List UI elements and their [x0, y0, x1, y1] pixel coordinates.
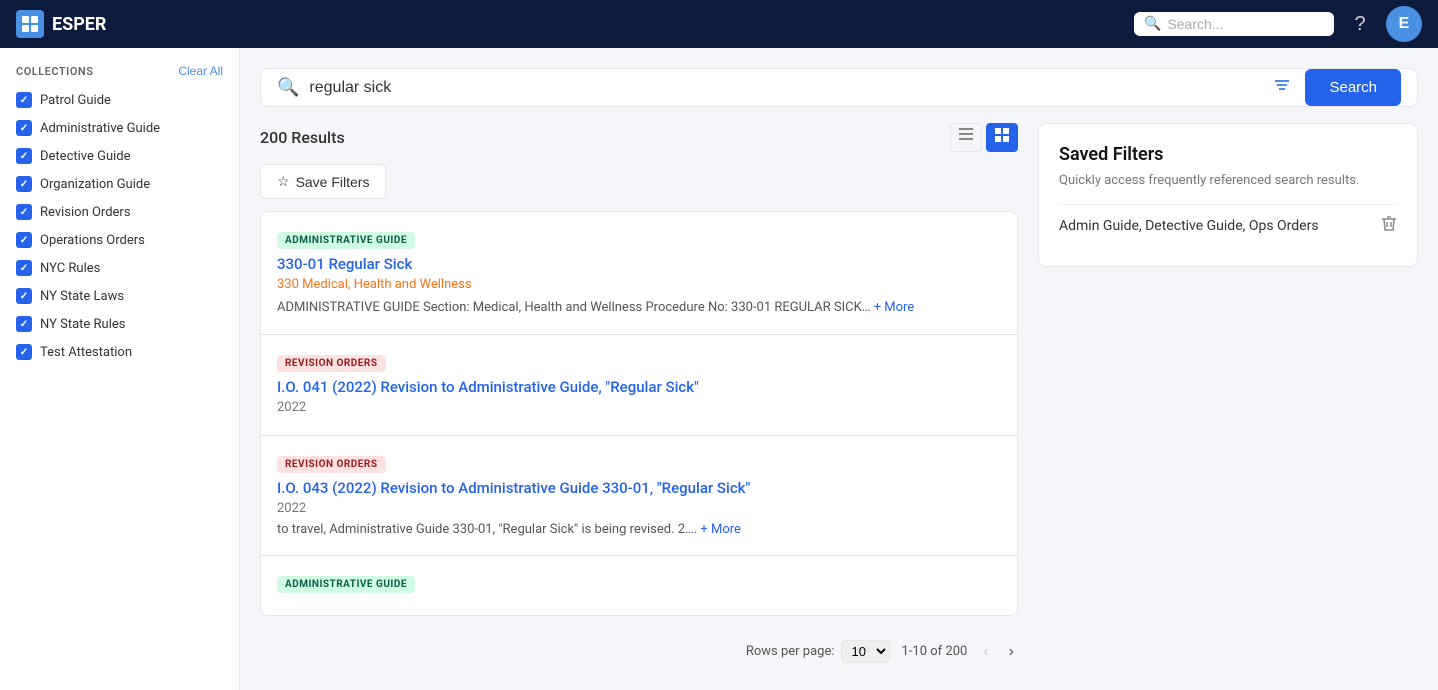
sidebar-label-ny-state-laws: NY State Laws: [40, 289, 124, 304]
main-content: 🔍 Search 200 Results: [240, 48, 1438, 690]
result-item: ADMINISTRATIVE GUIDE 330-01 Regular Sick 3…: [260, 211, 1018, 334]
save-filters-wrapper: ☆ Save Filters: [260, 164, 1018, 199]
saved-filters-title: Saved Filters: [1059, 144, 1397, 165]
result-year: 2022: [277, 501, 1001, 516]
sidebar-label-nyc-rules: NYC Rules: [40, 261, 100, 276]
sidebar-items: Patrol Guide Administrative Guide Detectiv…: [0, 86, 239, 366]
result-tag: ADMINISTRATIVE GUIDE: [277, 232, 415, 249]
filter-button[interactable]: [1269, 72, 1295, 103]
list-view-button[interactable]: [950, 123, 982, 152]
checkbox-patrol-guide: [16, 92, 32, 108]
result-year: 2022: [277, 400, 1001, 415]
checkbox-admin-guide: [16, 120, 32, 136]
logo: ESPER: [16, 10, 106, 38]
result-tag: ADMINISTRATIVE GUIDE: [277, 576, 415, 593]
sidebar-item-org-guide[interactable]: Organization Guide: [0, 170, 239, 198]
sidebar: Collections Clear All Patrol Guide Admini…: [0, 48, 240, 690]
checkbox-operations-orders: [16, 232, 32, 248]
result-title[interactable]: 330-01 Regular Sick: [277, 255, 1001, 273]
result-tag: REVISION ORDERS: [277, 355, 386, 372]
results-list: ADMINISTRATIVE GUIDE 330-01 Regular Sick 3…: [260, 211, 1018, 616]
rows-per-page-label: Rows per page:: [746, 644, 835, 659]
sidebar-item-detective-guide[interactable]: Detective Guide: [0, 142, 239, 170]
sidebar-item-ny-state-laws[interactable]: NY State Laws: [0, 282, 239, 310]
result-excerpt: ADMINISTRATIVE GUIDE Section: Medical, H…: [277, 298, 1001, 318]
sidebar-item-test-attestation[interactable]: Test Attestation: [0, 338, 239, 366]
sidebar-item-nyc-rules[interactable]: NYC Rules: [0, 254, 239, 282]
saved-filters-panel: Saved Filters Quickly access frequently …: [1038, 123, 1418, 267]
checkbox-test-attestation: [16, 344, 32, 360]
user-avatar-button[interactable]: E: [1386, 6, 1422, 42]
star-icon: ☆: [277, 173, 290, 190]
result-item: ADMINISTRATIVE GUIDE: [260, 555, 1018, 616]
clear-all-button[interactable]: Clear All: [178, 64, 223, 78]
prev-page-button[interactable]: ‹: [979, 641, 992, 663]
saved-filter-name: Admin Guide, Detective Guide, Ops Orders: [1059, 218, 1319, 234]
global-search-icon: 🔍: [1144, 16, 1161, 32]
save-filters-label: Save Filters: [296, 174, 370, 190]
saved-filter-item: Admin Guide, Detective Guide, Ops Orders: [1059, 204, 1397, 246]
result-title[interactable]: I.O. 041 (2022) Revision to Administrati…: [277, 378, 1001, 396]
result-item: REVISION ORDERS I.O. 043 (2022) Revision …: [260, 435, 1018, 556]
results-count: 200 Results: [260, 128, 345, 147]
sidebar-label-revision-orders: Revision Orders: [40, 205, 131, 220]
main-search-box: 🔍 Search: [260, 68, 1418, 107]
content-with-panel: 200 Results: [260, 123, 1418, 675]
sidebar-section-header: Collections Clear All: [0, 64, 239, 86]
help-button[interactable]: ?: [1344, 8, 1376, 40]
sidebar-section-title: Collections: [16, 65, 93, 78]
checkbox-revision-orders: [16, 204, 32, 220]
checkbox-org-guide: [16, 176, 32, 192]
rows-per-page-select[interactable]: 10 25 50: [841, 640, 890, 663]
search-button[interactable]: Search: [1305, 69, 1401, 106]
sidebar-label-detective-guide: Detective Guide: [40, 149, 131, 164]
topnav: ESPER 🔍 ? E: [0, 0, 1438, 48]
sidebar-item-patrol-guide[interactable]: Patrol Guide: [0, 86, 239, 114]
save-filters-button[interactable]: ☆ Save Filters: [260, 164, 386, 199]
saved-filters-description: Quickly access frequently referenced sea…: [1059, 173, 1397, 188]
sidebar-label-test-attestation: Test Attestation: [40, 345, 132, 360]
pagination: Rows per page: 10 25 50 1-10 of 200 ‹ ›: [260, 628, 1018, 675]
sidebar-label-org-guide: Organization Guide: [40, 177, 150, 192]
view-toggle: [950, 123, 1018, 152]
sidebar-item-operations-orders[interactable]: Operations Orders: [0, 226, 239, 254]
result-excerpt: to travel, Administrative Guide 330-01, …: [277, 520, 1001, 540]
sidebar-item-ny-state-rules[interactable]: NY State Rules: [0, 310, 239, 338]
sidebar-label-operations-orders: Operations Orders: [40, 233, 145, 248]
main-layout: Collections Clear All Patrol Guide Admini…: [0, 48, 1438, 690]
sidebar-item-revision-orders[interactable]: Revision Orders: [0, 198, 239, 226]
main-search-icon: 🔍: [277, 77, 299, 98]
result-tag: REVISION ORDERS: [277, 456, 386, 473]
more-link[interactable]: + More: [700, 522, 741, 537]
sidebar-label-ny-state-rules: NY State Rules: [40, 317, 125, 332]
checkbox-ny-state-laws: [16, 288, 32, 304]
result-title[interactable]: I.O. 043 (2022) Revision to Administrati…: [277, 479, 1001, 497]
page-info: 1-10 of 200: [902, 644, 968, 659]
result-item: REVISION ORDERS I.O. 041 (2022) Revision …: [260, 334, 1018, 435]
results-header: 200 Results: [260, 123, 1018, 152]
global-search-box: 🔍: [1134, 12, 1334, 36]
delete-saved-filter-button[interactable]: [1381, 215, 1397, 236]
results-column: 200 Results: [260, 123, 1018, 675]
sidebar-item-admin-guide[interactable]: Administrative Guide: [0, 114, 239, 142]
logo-text: ESPER: [52, 14, 106, 35]
logo-icon: [16, 10, 44, 38]
more-link[interactable]: + More: [874, 300, 915, 315]
checkbox-ny-state-rules: [16, 316, 32, 332]
saved-filters-list: Admin Guide, Detective Guide, Ops Orders: [1059, 204, 1397, 246]
checkbox-detective-guide: [16, 148, 32, 164]
checkbox-nyc-rules: [16, 260, 32, 276]
next-page-button[interactable]: ›: [1005, 641, 1018, 663]
rows-per-page: Rows per page: 10 25 50: [746, 640, 890, 663]
global-search-input[interactable]: [1167, 16, 1307, 32]
sidebar-label-admin-guide: Administrative Guide: [40, 121, 160, 136]
grid-view-button[interactable]: [986, 123, 1018, 152]
main-search-input[interactable]: [309, 79, 1259, 97]
result-subtitle: 330 Medical, Health and Wellness: [277, 277, 1001, 292]
sidebar-label-patrol-guide: Patrol Guide: [40, 93, 111, 108]
